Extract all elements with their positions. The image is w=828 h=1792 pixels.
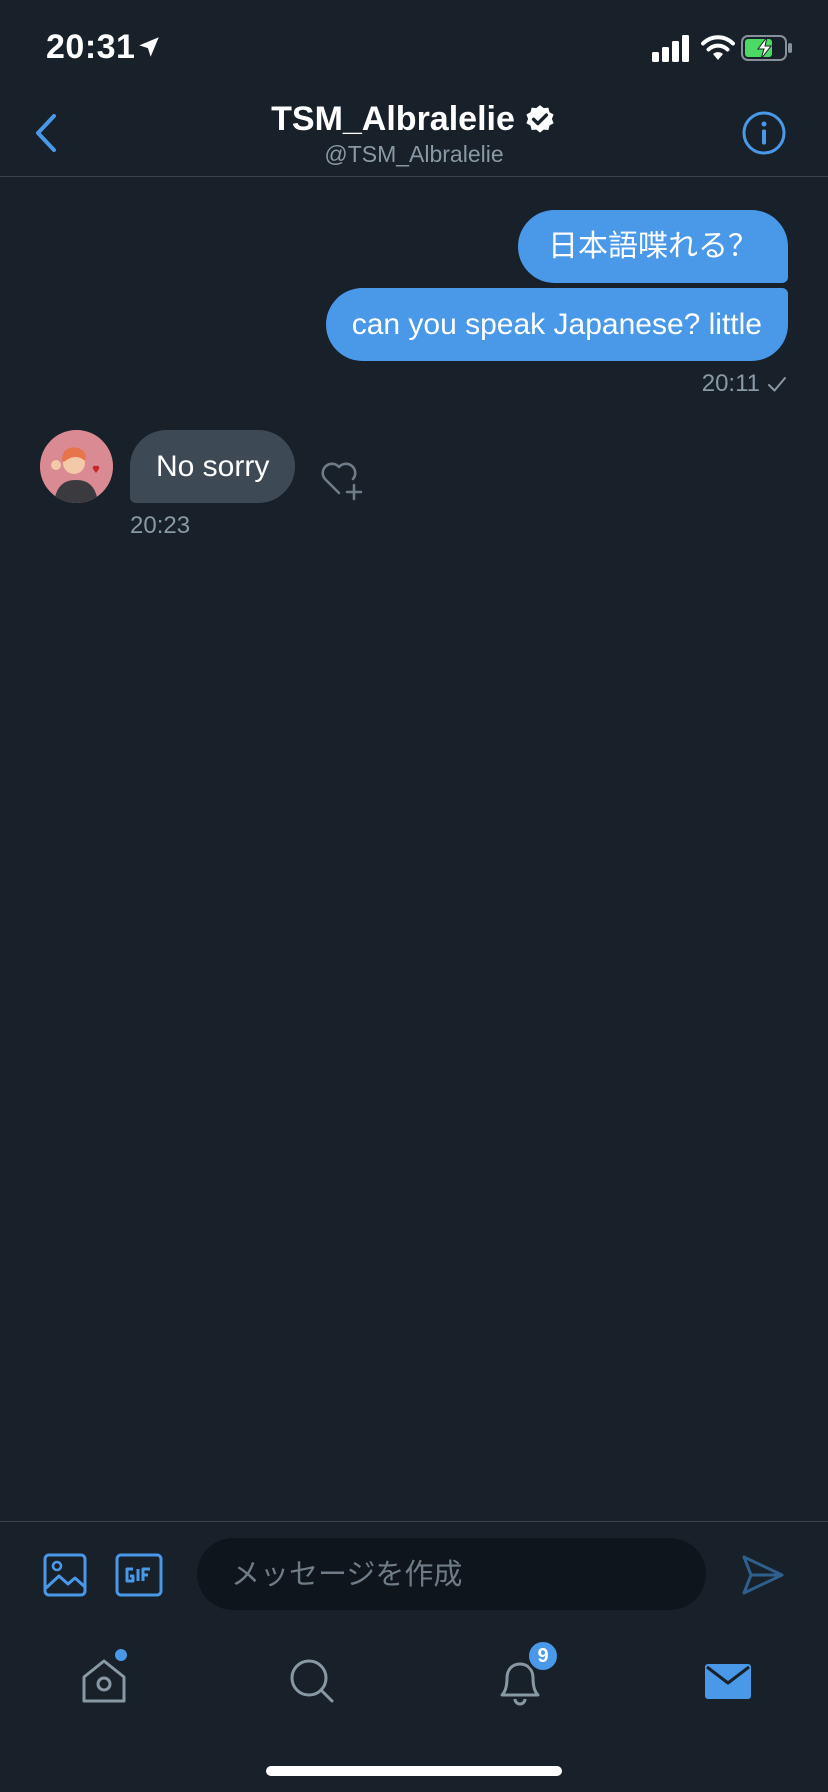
read-check-icon [768,377,786,392]
cellular-signal-icon [652,35,689,62]
wifi-icon [701,35,735,60]
image-attach-icon[interactable] [42,1552,88,1598]
send-icon[interactable] [740,1552,786,1598]
location-arrow-icon [139,37,159,57]
verified-badge-icon [526,104,554,133]
status-bar: 20:31 [0,0,828,100]
envelope-icon [705,1664,751,1699]
heart-add-reaction-icon[interactable] [318,455,368,501]
header-title-block[interactable]: TSM_Albralelie @TSM_Albralelie [0,100,828,168]
sent-message-meta: 20:11 [702,370,788,398]
sent-message-bubble[interactable]: 日本語喋れる？ [518,210,788,283]
contact-avatar[interactable] [40,430,113,503]
contact-name: TSM_Albralelie [271,100,515,138]
sent-timestamp: 20:11 [701,370,760,397]
status-time: 20:31 [46,28,136,66]
tab-messages[interactable] [698,1651,758,1711]
home-indicator-bar[interactable] [266,1766,562,1776]
home-new-indicator-dot [115,1649,127,1661]
tab-home[interactable] [74,1649,134,1711]
received-message-bubble[interactable]: No sorry [130,430,296,503]
sent-message-bubble[interactable]: can you speak Japanese? little [325,288,788,361]
bottom-tab-bar: 9 [0,1629,828,1792]
battery-charging-icon [741,35,792,61]
tab-notifications[interactable]: 9 [490,1639,560,1711]
dm-conversation-screen: 20:31 TSM_Albralelie @TSM_Albralelie 日本語… [0,0,828,1792]
message-input[interactable] [197,1538,706,1610]
conversation-header: TSM_Albralelie @TSM_Albralelie [0,100,828,177]
search-icon [290,1659,334,1703]
message-composer [0,1521,828,1629]
tab-search[interactable] [282,1651,342,1711]
home-icon [82,1659,126,1703]
notifications-count-badge: 9 [526,1639,560,1673]
avatar-illustration [40,430,113,503]
gif-icon[interactable] [115,1553,163,1597]
info-icon[interactable] [741,110,787,156]
contact-handle: @TSM_Albralelie [324,141,504,167]
received-timestamp: 20:23 [130,512,191,539]
